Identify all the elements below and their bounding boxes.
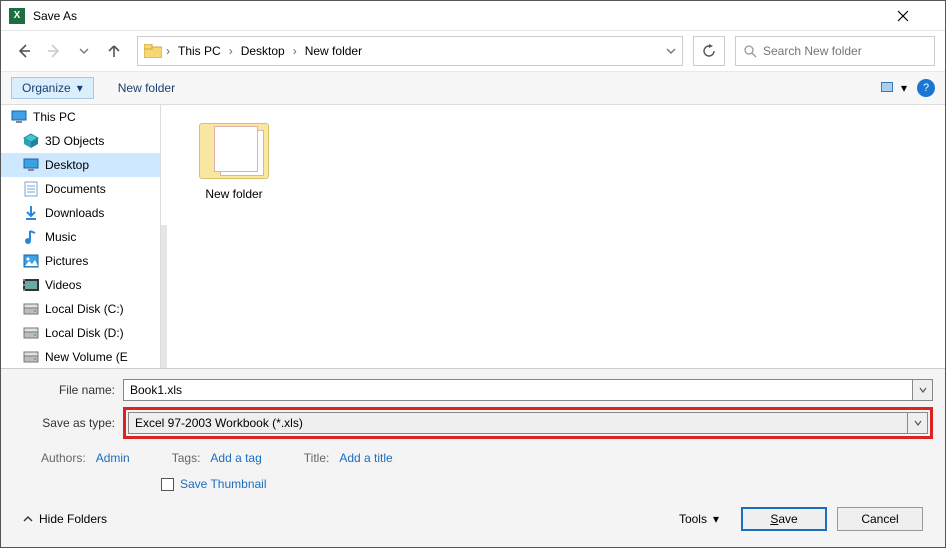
doc-icon: [23, 181, 39, 197]
tags-value[interactable]: Add a tag: [210, 451, 261, 465]
folder-content[interactable]: New folder: [161, 105, 945, 368]
titlemeta-value[interactable]: Add a title: [339, 451, 392, 465]
monitor-icon: [11, 109, 27, 125]
chevron-down-icon: ▾: [77, 81, 83, 95]
chevron-down-icon: ▾: [901, 81, 907, 95]
toolbar: Organize ▾ New folder ▾ ?: [1, 71, 945, 105]
app-icon: X: [9, 8, 25, 24]
tree-label: 3D Objects: [45, 134, 104, 148]
type-label: Save as type:: [13, 416, 123, 430]
filename-input[interactable]: Book1.xls: [123, 379, 913, 401]
tree-label: New Volume (E: [45, 350, 128, 364]
tree-label: This PC: [33, 110, 76, 124]
vid-icon: [23, 277, 39, 293]
folder-icon: [144, 44, 162, 58]
up-button[interactable]: [101, 38, 127, 64]
music-icon: [23, 229, 39, 245]
tree-label: Local Disk (C:): [45, 302, 124, 316]
folder-item[interactable]: New folder: [189, 123, 279, 201]
cube-icon: [23, 133, 39, 149]
search-input[interactable]: [763, 44, 926, 58]
footer-row: Hide Folders Tools ▾ Save Cancel: [13, 501, 933, 541]
search-icon: [744, 45, 757, 58]
down-icon: [23, 205, 39, 221]
new-folder-button[interactable]: New folder: [118, 81, 175, 95]
cancel-button[interactable]: Cancel: [837, 507, 923, 531]
bottom-pane: File name: Book1.xls Save as type: Excel…: [1, 368, 945, 547]
disk-icon: [23, 349, 39, 365]
tree-item[interactable]: Desktop: [1, 153, 160, 177]
tree-label: Pictures: [45, 254, 88, 268]
tree-item[interactable]: 3D Objects: [1, 129, 160, 153]
metadata-row: Authors: Admin Tags: Add a tag Title: Add a…: [13, 445, 933, 477]
filename-dropdown[interactable]: [913, 379, 933, 401]
chevron-up-icon: [23, 514, 33, 524]
nav-tree[interactable]: This PC 3D Objects Desktop Documents Downlo…: [1, 105, 161, 368]
back-button[interactable]: [11, 38, 37, 64]
tree-item[interactable]: Local Disk (C:): [1, 297, 160, 321]
main-area: This PC 3D Objects Desktop Documents Downlo…: [1, 105, 945, 368]
title-bar: X Save As: [1, 1, 945, 31]
organize-label: Organize: [22, 81, 71, 95]
type-select[interactable]: Excel 97-2003 Workbook (*.xls): [128, 412, 908, 434]
tags-key: Tags:: [172, 451, 201, 465]
thumb-row[interactable]: Save Thumbnail: [13, 477, 933, 501]
pic-icon: [23, 253, 39, 269]
hide-folders-button[interactable]: Hide Folders: [23, 512, 107, 526]
tree-item[interactable]: Videos: [1, 273, 160, 297]
tree-label: Desktop: [45, 158, 89, 172]
chevron-right-icon: ›: [229, 44, 233, 58]
disk-icon: [23, 325, 39, 341]
save-button[interactable]: Save: [741, 507, 827, 531]
tree-item[interactable]: Music: [1, 225, 160, 249]
organize-menu[interactable]: Organize ▾: [11, 77, 94, 99]
tree-item[interactable]: Local Disk (D:): [1, 321, 160, 345]
authors-value[interactable]: Admin: [96, 451, 130, 465]
authors-key: Authors:: [41, 451, 86, 465]
breadcrumb-segment[interactable]: Desktop: [237, 42, 289, 60]
tree-item[interactable]: Pictures: [1, 249, 160, 273]
desktop-icon: [23, 157, 39, 173]
tree-label: Music: [45, 230, 76, 244]
filename-label: File name:: [13, 383, 123, 397]
tree-scrollbar[interactable]: [161, 225, 167, 368]
breadcrumb-segment[interactable]: This PC: [174, 42, 225, 60]
refresh-button[interactable]: [693, 36, 725, 66]
view-button[interactable]: ▾: [881, 81, 907, 95]
tools-menu[interactable]: Tools ▾: [679, 512, 719, 526]
disk-icon: [23, 301, 39, 317]
tree-root[interactable]: This PC: [1, 105, 160, 129]
save-rest: ave: [778, 512, 797, 526]
window-title: Save As: [33, 9, 897, 23]
address-dropdown[interactable]: [666, 46, 676, 56]
close-button[interactable]: [897, 10, 937, 22]
tree-item[interactable]: New Volume (E: [1, 345, 160, 368]
recent-dropdown[interactable]: [71, 38, 97, 64]
titlemeta-key: Title:: [304, 451, 330, 465]
chevron-right-icon: ›: [166, 44, 170, 58]
nav-bar: › This PC › Desktop › New folder: [1, 31, 945, 71]
type-dropdown[interactable]: [908, 412, 928, 434]
chevron-right-icon: ›: [293, 44, 297, 58]
help-button[interactable]: ?: [917, 79, 935, 97]
tree-label: Local Disk (D:): [45, 326, 124, 340]
tree-label: Downloads: [45, 206, 104, 220]
address-bar[interactable]: › This PC › Desktop › New folder: [137, 36, 683, 66]
tree-item[interactable]: Documents: [1, 177, 160, 201]
tree-item[interactable]: Downloads: [1, 201, 160, 225]
search-box[interactable]: [735, 36, 935, 66]
forward-button: [41, 38, 67, 64]
folder-item-label: New folder: [189, 187, 279, 201]
breadcrumb-segment[interactable]: New folder: [301, 42, 366, 60]
chevron-down-icon: ▾: [713, 512, 719, 526]
thumb-label: Save Thumbnail: [180, 477, 267, 491]
thumb-checkbox[interactable]: [161, 478, 174, 491]
tree-label: Documents: [45, 182, 106, 196]
tree-label: Videos: [45, 278, 81, 292]
folder-icon: [199, 123, 269, 179]
type-highlight: Excel 97-2003 Workbook (*.xls): [123, 407, 933, 439]
